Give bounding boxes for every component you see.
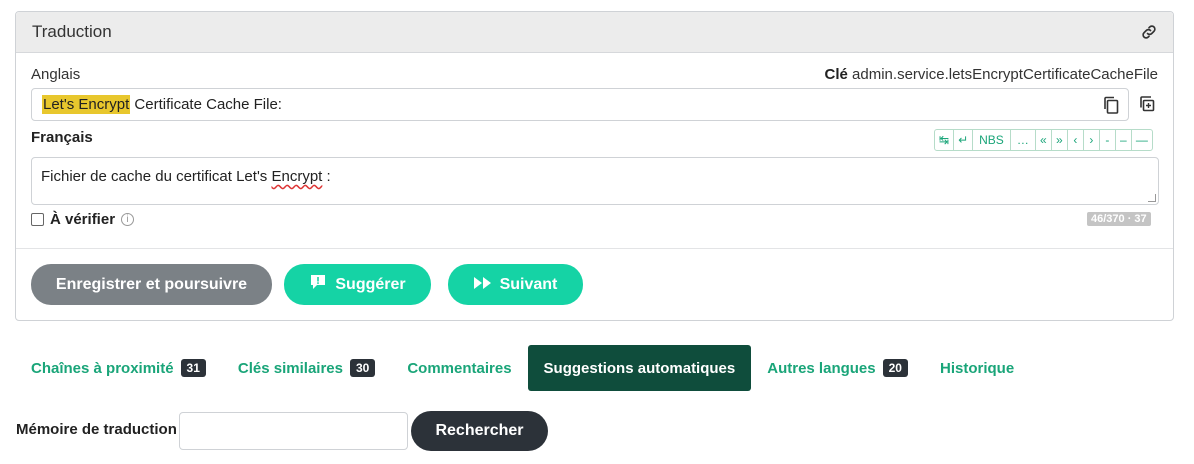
resize-handle[interactable] [1148, 194, 1156, 202]
target-text-misspelled: Encrypt [271, 168, 323, 185]
source-text: Let's Encrypt Certificate Cache File: [31, 88, 1129, 121]
info-icon[interactable]: i [121, 213, 135, 226]
translation-panel: Traduction Anglais Clé admin.service.let… [15, 11, 1174, 321]
character-counter: 46/370 · 37 [1087, 212, 1151, 226]
next-label: Suivant [499, 275, 558, 293]
key-value: admin.service.letsEncryptCertificateCach… [852, 66, 1158, 83]
key-info: Clé admin.service.letsEncryptCertificate… [825, 66, 1158, 83]
copy-icon[interactable] [1100, 94, 1122, 116]
tab-char-button[interactable]: ↹ [935, 130, 955, 150]
tab-label: Clés similaires [237, 359, 343, 377]
clone-icon[interactable] [1135, 92, 1159, 116]
em-dash-button[interactable]: — [1132, 130, 1152, 150]
search-button[interactable]: Rechercher [411, 411, 548, 451]
left-guillemet-button[interactable]: « [1036, 130, 1052, 150]
translation-memory-label: Mémoire de traduction [16, 421, 177, 438]
en-dash-button[interactable]: – [1116, 130, 1132, 150]
special-chars-toolbar: ↹ ↵ NBS … « » ‹ › - – — [934, 129, 1153, 151]
checkbox-icon[interactable] [31, 213, 44, 226]
needs-review-label: À vérifier [50, 211, 116, 228]
divider [16, 248, 1173, 249]
count-badge: 30 [349, 359, 376, 377]
count-badge: 20 [882, 359, 908, 377]
save-continue-button[interactable]: Enregistrer et poursuivre [31, 264, 272, 305]
tab-label: Commentaires [407, 359, 512, 377]
translation-textarea[interactable]: Fichier de cache du certificat Let's Enc… [31, 157, 1159, 205]
target-language-label: Français [31, 129, 93, 146]
tab-history[interactable]: Historique [924, 345, 1030, 391]
count-badge: 31 [180, 359, 206, 377]
source-language-label: Anglais [31, 66, 81, 83]
right-single-guillemet-button[interactable]: › [1084, 130, 1100, 150]
suggest-label: Suggérer [335, 275, 406, 293]
panel-title: Traduction [32, 22, 112, 41]
save-continue-label: Enregistrer et poursuivre [55, 275, 248, 293]
left-single-guillemet-button[interactable]: ‹ [1068, 130, 1084, 150]
tab-bar: Chaînes à proximité 31 Clés similaires 3… [16, 345, 1030, 391]
suggest-icon [309, 273, 327, 296]
tab-comments[interactable]: Commentaires [391, 345, 527, 391]
nbsp-button[interactable]: NBS [973, 130, 1011, 150]
newline-button[interactable]: ↵ [954, 130, 974, 150]
key-label: Clé [824, 66, 848, 83]
tab-nearby-strings[interactable]: Chaînes à proximité 31 [16, 345, 222, 391]
tab-machine-suggestions[interactable]: Suggestions automatiques [527, 345, 752, 391]
tab-similar-keys[interactable]: Clés similaires 30 [222, 345, 391, 391]
glossary-highlight[interactable]: Let's Encrypt [42, 95, 131, 114]
source-header: Anglais Clé admin.service.letsEncryptCer… [31, 66, 1158, 83]
tab-label: Autres langues [767, 359, 876, 377]
suggest-button[interactable]: Suggérer [284, 264, 431, 305]
fast-forward-icon [473, 276, 492, 294]
ellipsis-button[interactable]: … [1011, 130, 1036, 150]
source-text-rest: Certificate Cache File: [130, 96, 282, 113]
hyphen-button[interactable]: - [1100, 130, 1116, 150]
next-button[interactable]: Suivant [448, 264, 583, 305]
search-label: Rechercher [435, 422, 524, 439]
panel-header: Traduction [16, 12, 1173, 53]
tab-label: Chaînes à proximité [31, 359, 174, 377]
target-text-after: : [322, 168, 331, 185]
translation-memory-input[interactable] [179, 412, 408, 450]
needs-review-checkbox[interactable]: À vérifier i [31, 211, 135, 228]
link-icon[interactable] [1139, 22, 1159, 42]
right-guillemet-button[interactable]: » [1052, 130, 1068, 150]
tab-other-languages[interactable]: Autres langues 20 [751, 345, 924, 391]
target-text-before: Fichier de cache du certificat Let's [41, 168, 272, 185]
tab-label: Suggestions automatiques [543, 359, 736, 377]
tab-label: Historique [939, 359, 1015, 377]
